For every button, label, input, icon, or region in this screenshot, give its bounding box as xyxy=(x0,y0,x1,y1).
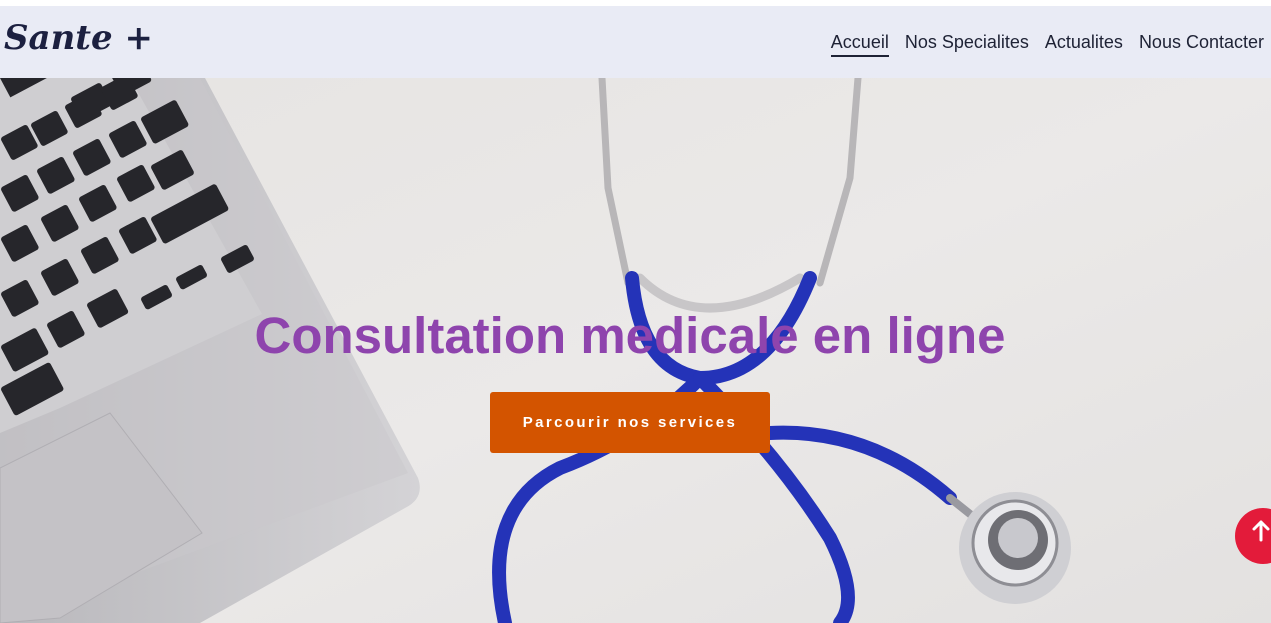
arrow-up-icon xyxy=(1252,520,1270,542)
hero-title: Consultation medicale en ligne xyxy=(254,307,1006,364)
brand-logo[interactable]: Sante + xyxy=(4,18,153,58)
navbar: Sante + Accueil Nos Specialites Actualit… xyxy=(0,6,1271,78)
nav-item-accueil[interactable]: Accueil xyxy=(830,32,889,57)
nav-item-contacter[interactable]: Nous Contacter xyxy=(1139,32,1264,57)
nav-item-actualites[interactable]: Actualites xyxy=(1045,32,1123,57)
hero-section: Consultation medicale en ligne Parcourir… xyxy=(0,78,1271,623)
nav-item-specialites[interactable]: Nos Specialites xyxy=(905,32,1029,57)
main-nav: Accueil Nos Specialites Actualites Nous … xyxy=(830,32,1264,57)
browse-services-button[interactable]: Parcourir nos services xyxy=(490,392,770,453)
page: Sante + Accueil Nos Specialites Actualit… xyxy=(0,0,1271,623)
stethoscope-chestpiece xyxy=(959,492,1071,604)
